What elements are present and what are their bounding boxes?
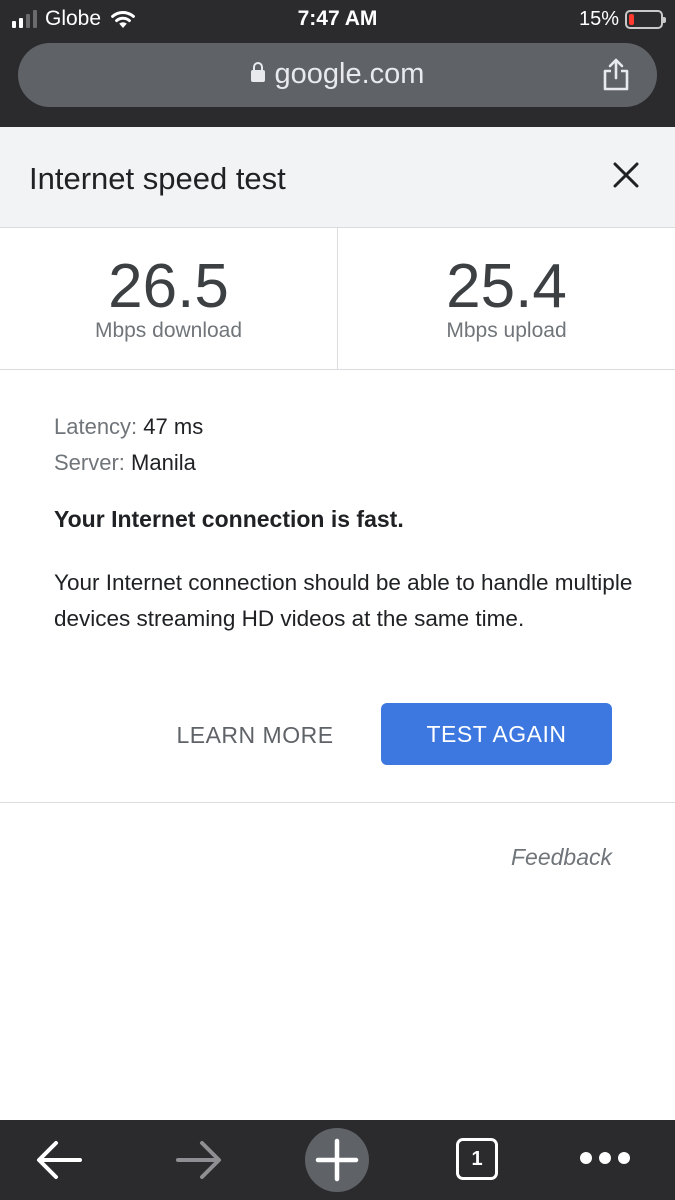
close-icon[interactable] xyxy=(611,160,641,190)
url-display[interactable]: google.com xyxy=(18,58,657,91)
feedback-link[interactable]: Feedback xyxy=(511,844,612,871)
connection-verdict: Your Internet connection is fast. xyxy=(54,506,404,532)
upload-speed-unit: Mbps upload xyxy=(446,319,567,342)
server-value: Manila xyxy=(131,450,196,475)
connection-description: Your Internet connection should be able … xyxy=(54,570,633,631)
latency-line: Latency: 47 ms xyxy=(54,409,634,445)
server-line: Server: Manila xyxy=(54,445,634,481)
upload-result: 25.4 Mbps upload xyxy=(338,228,675,370)
tab-switcher-icon[interactable]: 1 xyxy=(456,1138,498,1180)
latency-value: 47 ms xyxy=(143,414,204,439)
status-time: 7:47 AM xyxy=(297,7,378,30)
url-text: google.com xyxy=(274,58,425,90)
card-header: Internet speed test xyxy=(0,127,675,228)
lock-icon xyxy=(250,62,265,82)
download-result: 26.5 Mbps download xyxy=(0,228,338,370)
more-dots-icon[interactable] xyxy=(580,1152,630,1164)
battery-percent: 15% xyxy=(578,7,619,30)
test-again-button[interactable]: TEST AGAIN xyxy=(381,703,612,765)
status-right: 15% xyxy=(578,6,666,32)
card-title: Internet speed test xyxy=(29,161,286,196)
status-bar: Globe 7:47 AM 15% xyxy=(0,0,675,38)
forward-arrow-icon[interactable] xyxy=(168,1120,228,1200)
download-speed-value: 26.5 xyxy=(108,252,229,321)
plus-icon xyxy=(315,1138,359,1182)
latency-label: Latency: xyxy=(54,414,138,439)
address-bar[interactable]: google.com xyxy=(18,43,657,107)
learn-more-button[interactable]: LEARN MORE xyxy=(160,705,350,765)
share-icon[interactable] xyxy=(601,57,631,91)
back-arrow-icon[interactable] xyxy=(30,1120,90,1200)
speed-results: 26.5 Mbps download 25.4 Mbps upload xyxy=(0,228,675,370)
new-tab-button[interactable] xyxy=(305,1128,369,1192)
upload-speed-value: 25.4 xyxy=(446,252,567,321)
divider xyxy=(0,802,675,803)
download-speed-unit: Mbps download xyxy=(94,319,243,342)
battery-icon xyxy=(625,9,666,29)
battery-level xyxy=(629,13,634,25)
server-label: Server: xyxy=(54,450,125,475)
test-details: Latency: 47 ms Server: Manila xyxy=(54,409,634,481)
